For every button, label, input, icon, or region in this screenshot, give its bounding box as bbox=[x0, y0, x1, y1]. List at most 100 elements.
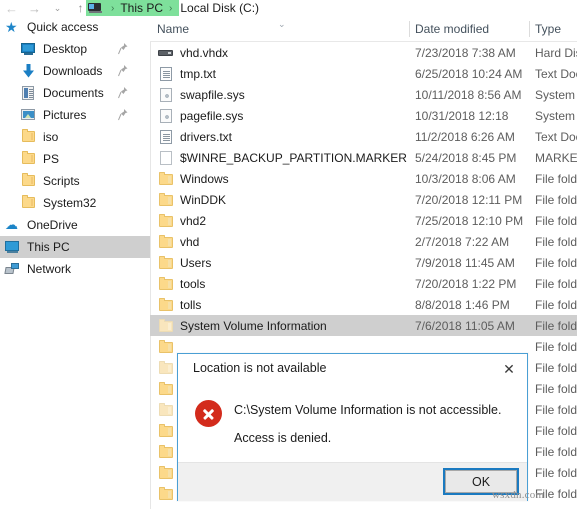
sidebar-item-label: Quick access bbox=[27, 20, 99, 34]
file-name-label: drivers.txt bbox=[180, 129, 233, 144]
back-icon[interactable]: ← bbox=[0, 0, 23, 16]
text-file-icon bbox=[157, 66, 175, 82]
file-name-label: Users bbox=[180, 255, 212, 270]
file-name-cell: tools bbox=[157, 276, 205, 292]
file-type-cell: File fold bbox=[535, 423, 577, 438]
file-type-cell: File fold bbox=[535, 192, 577, 207]
sidebar-item-label: Network bbox=[27, 262, 72, 276]
breadcrumb-separator-icon: › bbox=[111, 2, 115, 14]
dialog-title-bar: Location is not available ✕ bbox=[178, 354, 527, 384]
sidebar-item-scripts[interactable]: Scripts bbox=[0, 170, 150, 192]
table-row[interactable]: pagefile.sys 10/31/2018 12:18 System bbox=[150, 105, 577, 126]
dialog-footer: OK bbox=[178, 462, 527, 501]
forward-icon[interactable]: → bbox=[23, 0, 46, 16]
file-name-label: WinDDK bbox=[180, 192, 227, 207]
sidebar-item-iso[interactable]: iso bbox=[0, 126, 150, 148]
file-name-cell: Users bbox=[157, 255, 211, 271]
file-type-cell: Hard Dis bbox=[535, 45, 577, 60]
file-name-label: tmp.txt bbox=[180, 66, 217, 81]
file-type-cell: MARKER bbox=[535, 150, 577, 165]
file-date-cell: 7/9/2018 11:45 AM bbox=[415, 255, 515, 270]
sidebar-item-label: Downloads bbox=[43, 64, 103, 78]
column-header-name[interactable]: Name bbox=[157, 16, 189, 42]
file-name-label: System Volume Information bbox=[180, 318, 327, 333]
file-type-cell: System bbox=[535, 87, 576, 102]
file-date-cell: 10/3/2018 8:06 AM bbox=[415, 171, 516, 186]
file-name-label: vhd2 bbox=[180, 213, 207, 228]
file-explorer-window: ← → ⌄ ↑ › This PC › Local Disk (C:) ★ Qui… bbox=[0, 0, 577, 509]
pin-icon[interactable] bbox=[118, 65, 128, 77]
file-name-label: swapfile.sys bbox=[180, 87, 245, 102]
column-header-type[interactable]: Type bbox=[535, 16, 561, 42]
table-row[interactable]: drivers.txt 11/2/2018 6:26 AM Text Doc bbox=[150, 126, 577, 147]
table-row[interactable]: tools 7/20/2018 1:22 PM File fold bbox=[150, 273, 577, 294]
folder-icon bbox=[157, 255, 175, 271]
table-row[interactable]: vhd.vhdx 7/23/2018 7:38 AM Hard Dis bbox=[150, 42, 577, 63]
file-type-cell: File fold bbox=[535, 360, 577, 375]
breadcrumb-localdisk-label[interactable]: Local Disk (C:) bbox=[179, 1, 260, 15]
sidebar-item-ps[interactable]: PS bbox=[0, 148, 150, 170]
column-divider[interactable] bbox=[409, 21, 410, 37]
file-name-cell: WinDDK bbox=[157, 192, 226, 208]
file-name-cell: drivers.txt bbox=[157, 129, 232, 145]
file-type-cell: File fold bbox=[535, 381, 577, 396]
close-icon[interactable]: ✕ bbox=[491, 354, 527, 384]
table-row[interactable]: System Volume Information 7/6/2018 11:05 … bbox=[150, 315, 577, 336]
sidebar-item-quick-access[interactable]: ★ Quick access bbox=[0, 16, 150, 38]
sidebar-item-this-pc[interactable]: This PC bbox=[0, 236, 150, 258]
table-row[interactable]: WinDDK 7/20/2018 12:11 PM File fold bbox=[150, 189, 577, 210]
file-name-label: Windows bbox=[180, 171, 229, 186]
sidebar-item-desktop[interactable]: Desktop bbox=[0, 38, 150, 60]
folder-icon bbox=[157, 423, 175, 439]
table-row[interactable]: swapfile.sys 10/11/2018 8:56 AM System bbox=[150, 84, 577, 105]
table-row[interactable]: vhd 2/7/2018 7:22 AM File fold bbox=[150, 231, 577, 252]
sidebar-item-network[interactable]: Network bbox=[0, 258, 150, 280]
navigation-pane: ★ Quick access Desktop Downloads Documents Pi… bbox=[0, 16, 150, 509]
file-name-cell: tolls bbox=[157, 297, 201, 313]
blank-file-icon bbox=[157, 150, 175, 166]
file-type-cell: File fold bbox=[535, 339, 577, 354]
file-name-label: tolls bbox=[180, 297, 202, 312]
folder-icon bbox=[157, 171, 175, 187]
file-name-label: vhd bbox=[180, 234, 200, 249]
sidebar-item-label: Desktop bbox=[43, 42, 88, 56]
folder-icon bbox=[157, 276, 175, 292]
table-row[interactable]: tmp.txt 6/25/2018 10:24 AM Text Doc bbox=[150, 63, 577, 84]
file-date-cell: 7/6/2018 11:05 AM bbox=[415, 318, 515, 333]
file-type-cell: File fold bbox=[535, 444, 577, 459]
file-date-cell: 5/24/2018 8:45 PM bbox=[415, 150, 517, 165]
file-name-cell: vhd bbox=[157, 234, 199, 250]
pin-icon[interactable] bbox=[118, 43, 128, 55]
folder-icon bbox=[157, 297, 175, 313]
sidebar-item-downloads[interactable]: Downloads bbox=[0, 60, 150, 82]
column-headers: Name ⌄ Date modified Type bbox=[150, 16, 577, 42]
pin-icon[interactable] bbox=[118, 109, 128, 121]
table-row[interactable]: vhd2 7/25/2018 12:10 PM File fold bbox=[150, 210, 577, 231]
column-divider[interactable] bbox=[529, 21, 530, 37]
sidebar-item-pictures[interactable]: Pictures bbox=[0, 104, 150, 126]
column-header-date-modified[interactable]: Date modified bbox=[415, 16, 489, 42]
breadcrumb-thispc[interactable]: › This PC › bbox=[86, 0, 180, 16]
vhd-icon bbox=[157, 45, 175, 61]
sidebar-item-system32[interactable]: System32 bbox=[0, 192, 150, 214]
file-date-cell: 8/8/2018 1:46 PM bbox=[415, 297, 510, 312]
dialog-title: Location is not available bbox=[193, 361, 327, 375]
file-type-cell: System bbox=[535, 108, 576, 123]
table-row[interactable]: Users 7/9/2018 11:45 AM File fold bbox=[150, 252, 577, 273]
file-name-cell: swapfile.sys bbox=[157, 87, 245, 103]
folder-icon bbox=[157, 486, 175, 502]
table-row[interactable]: tolls 8/8/2018 1:46 PM File fold bbox=[150, 294, 577, 315]
sidebar-item-documents[interactable]: Documents bbox=[0, 82, 150, 104]
sidebar-item-label: Scripts bbox=[43, 174, 80, 188]
file-name-label: vhd.vhdx bbox=[180, 45, 229, 60]
pictures-icon bbox=[20, 107, 37, 123]
file-type-cell: File fold bbox=[535, 318, 577, 333]
sort-chevron-down-icon[interactable]: ⌄ bbox=[278, 19, 286, 30]
sidebar-item-onedrive[interactable]: ☁ OneDrive bbox=[0, 214, 150, 236]
recent-locations-icon[interactable]: ⌄ bbox=[46, 0, 69, 16]
folder-icon bbox=[20, 173, 37, 189]
table-row[interactable]: Windows 10/3/2018 8:06 AM File fold bbox=[150, 168, 577, 189]
sidebar-item-label: This PC bbox=[27, 240, 70, 254]
table-row[interactable]: $WINRE_BACKUP_PARTITION.MARKER 5/24/2018 … bbox=[150, 147, 577, 168]
pin-icon[interactable] bbox=[118, 87, 128, 99]
